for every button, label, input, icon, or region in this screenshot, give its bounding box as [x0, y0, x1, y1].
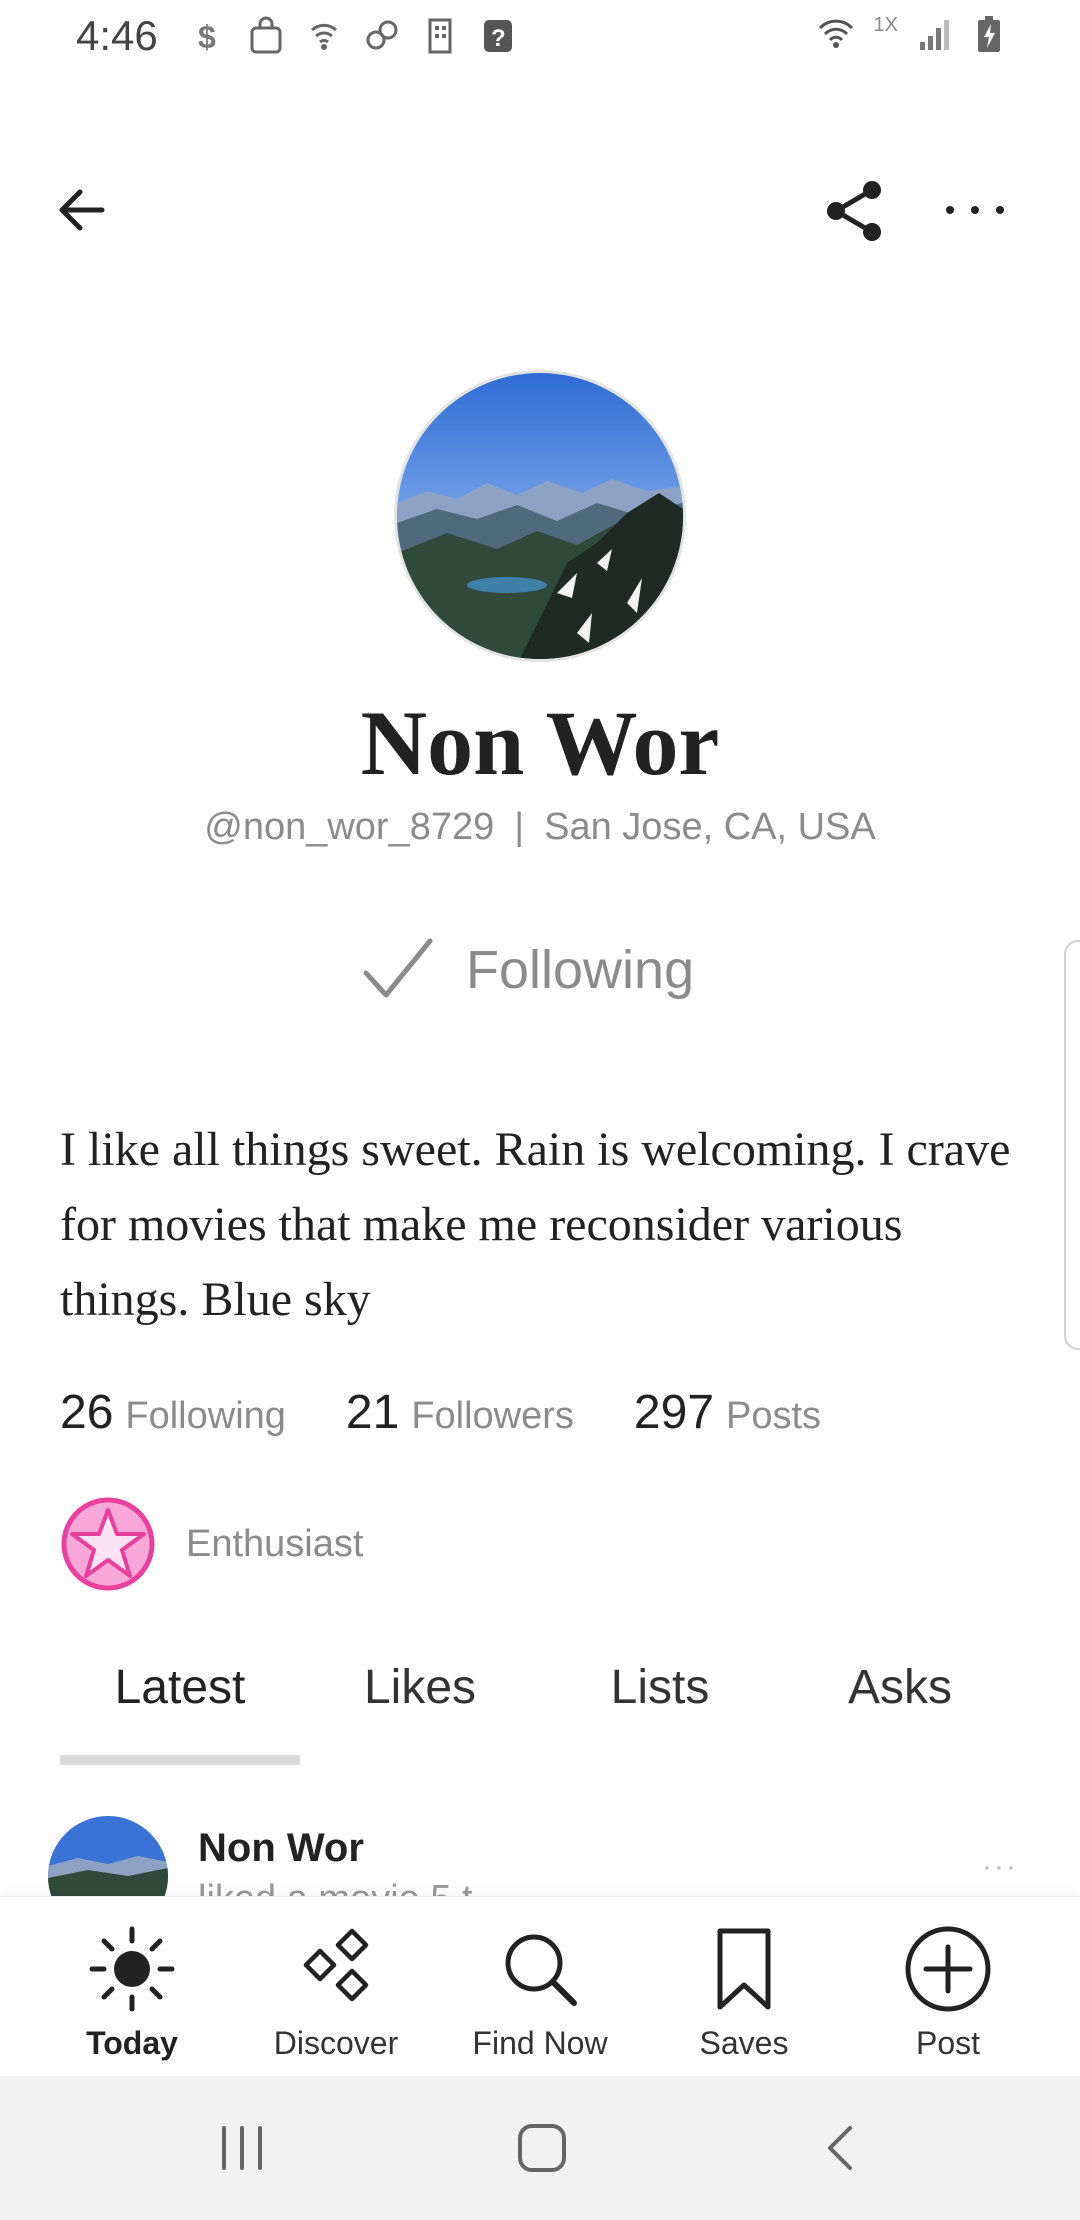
battery-icon — [978, 16, 1000, 52]
profile-badge[interactable]: Enthusiast — [60, 1496, 363, 1592]
stat-label: Followers — [411, 1395, 574, 1437]
link-icon — [366, 20, 398, 50]
stat-label: Posts — [726, 1395, 822, 1437]
home-icon[interactable] — [512, 2118, 572, 2178]
checkmark-icon — [363, 938, 433, 998]
nav-label: Discover — [273, 2025, 399, 2061]
mountain-landscape-image — [397, 373, 683, 659]
top-action-bar — [0, 160, 1080, 260]
profile-avatar[interactable] — [394, 370, 686, 662]
system-status-icons: 1X — [816, 14, 1004, 54]
feed-avatar[interactable] — [48, 1816, 168, 1896]
meta-separator: | — [514, 806, 525, 848]
badge-label: Enthusiast — [186, 1522, 364, 1565]
network-speed: 1X — [873, 13, 898, 36]
tab-likes[interactable]: Likes — [300, 1660, 540, 1715]
sun-icon — [89, 1926, 175, 2012]
tab-asks[interactable]: Asks — [780, 1660, 1020, 1715]
feed-subtitle: liked a movie 5 t — [198, 1878, 473, 1896]
following-button[interactable]: Following — [360, 930, 694, 1010]
status-time: 4:46 — [76, 12, 158, 59]
bottom-navigation: Today Discover Find Now Saves Post — [0, 1896, 1080, 2076]
stat-count: 297 — [633, 1386, 715, 1439]
feed-item[interactable]: Non Wor liked a movie 5 t ··· — [48, 1810, 1038, 1896]
status-bar: 4:46 $ ? 1X — [0, 0, 1080, 72]
tab-lists[interactable]: Lists — [540, 1660, 780, 1715]
stat-count: 21 — [345, 1386, 400, 1439]
nav-find-now[interactable]: Find Now — [450, 1923, 630, 2062]
wifi-icon — [818, 19, 853, 48]
back-arrow-icon[interactable] — [50, 178, 114, 242]
building-icon — [428, 18, 452, 54]
nav-label: Today — [86, 2025, 178, 2061]
profile-bio: I like all things sweet. Rain is welcomi… — [60, 1123, 1011, 1326]
plus-circle-icon — [905, 1926, 991, 2012]
recent-apps-icon[interactable] — [212, 2118, 272, 2178]
nav-post[interactable]: Post — [858, 1923, 1038, 2062]
back-icon[interactable] — [812, 2118, 872, 2178]
profile-handle: @non_wor_8729 — [204, 806, 495, 848]
tab-latest[interactable]: Latest — [60, 1660, 300, 1715]
nav-label: Find Now — [472, 2025, 608, 2061]
dollar-icon: $ — [198, 19, 216, 55]
svg-text:?: ? — [491, 25, 506, 52]
stat-following[interactable]: 26 Following — [60, 1385, 286, 1440]
active-tab-indicator — [60, 1755, 300, 1765]
edge-panel-handle[interactable] — [1064, 940, 1080, 1350]
more-options-icon[interactable] — [940, 190, 1010, 230]
mountain-landscape-image — [48, 1816, 168, 1896]
nav-today[interactable]: Today — [42, 1923, 222, 2062]
stat-followers[interactable]: 21 Followers — [346, 1385, 574, 1440]
help-icon: ? — [484, 20, 512, 52]
following-label: Following — [466, 940, 695, 1000]
svg-text:$: $ — [198, 19, 216, 55]
nav-saves[interactable]: Saves — [654, 1923, 834, 2062]
signal-icon — [920, 20, 949, 50]
search-icon — [505, 1934, 577, 2006]
profile-stats: 26 Following 21 Followers 297 Posts — [60, 1385, 881, 1440]
nav-label: Post — [915, 2025, 981, 2061]
profile-meta: @non_wor_8729 | San Jose, CA, USA — [0, 806, 1080, 849]
profile-location: San Jose, CA, USA — [544, 806, 876, 848]
bookmark-icon — [717, 1928, 771, 2010]
stat-label: Following — [125, 1395, 286, 1437]
feed-more-icon[interactable]: ··· — [982, 1850, 1018, 1884]
profile-name: Non Wor — [360, 692, 720, 794]
profile-tabs: Latest Likes Lists Asks — [60, 1660, 1020, 1770]
stat-posts[interactable]: 297 Posts — [634, 1385, 821, 1440]
feed-author-name[interactable]: Non Wor — [198, 1826, 364, 1871]
nav-label: Saves — [699, 2025, 789, 2061]
diamond-shapes-icon — [303, 1928, 369, 2002]
wifi-call-icon — [311, 23, 337, 50]
system-navigation-bar — [0, 2076, 1080, 2220]
shopping-bag-icon — [250, 16, 282, 54]
star-badge-icon — [61, 1497, 155, 1591]
nav-discover[interactable]: Discover — [246, 1923, 426, 2062]
notification-icons: $ ? — [188, 16, 518, 56]
share-icon[interactable] — [820, 176, 890, 246]
stat-count: 26 — [60, 1386, 114, 1439]
